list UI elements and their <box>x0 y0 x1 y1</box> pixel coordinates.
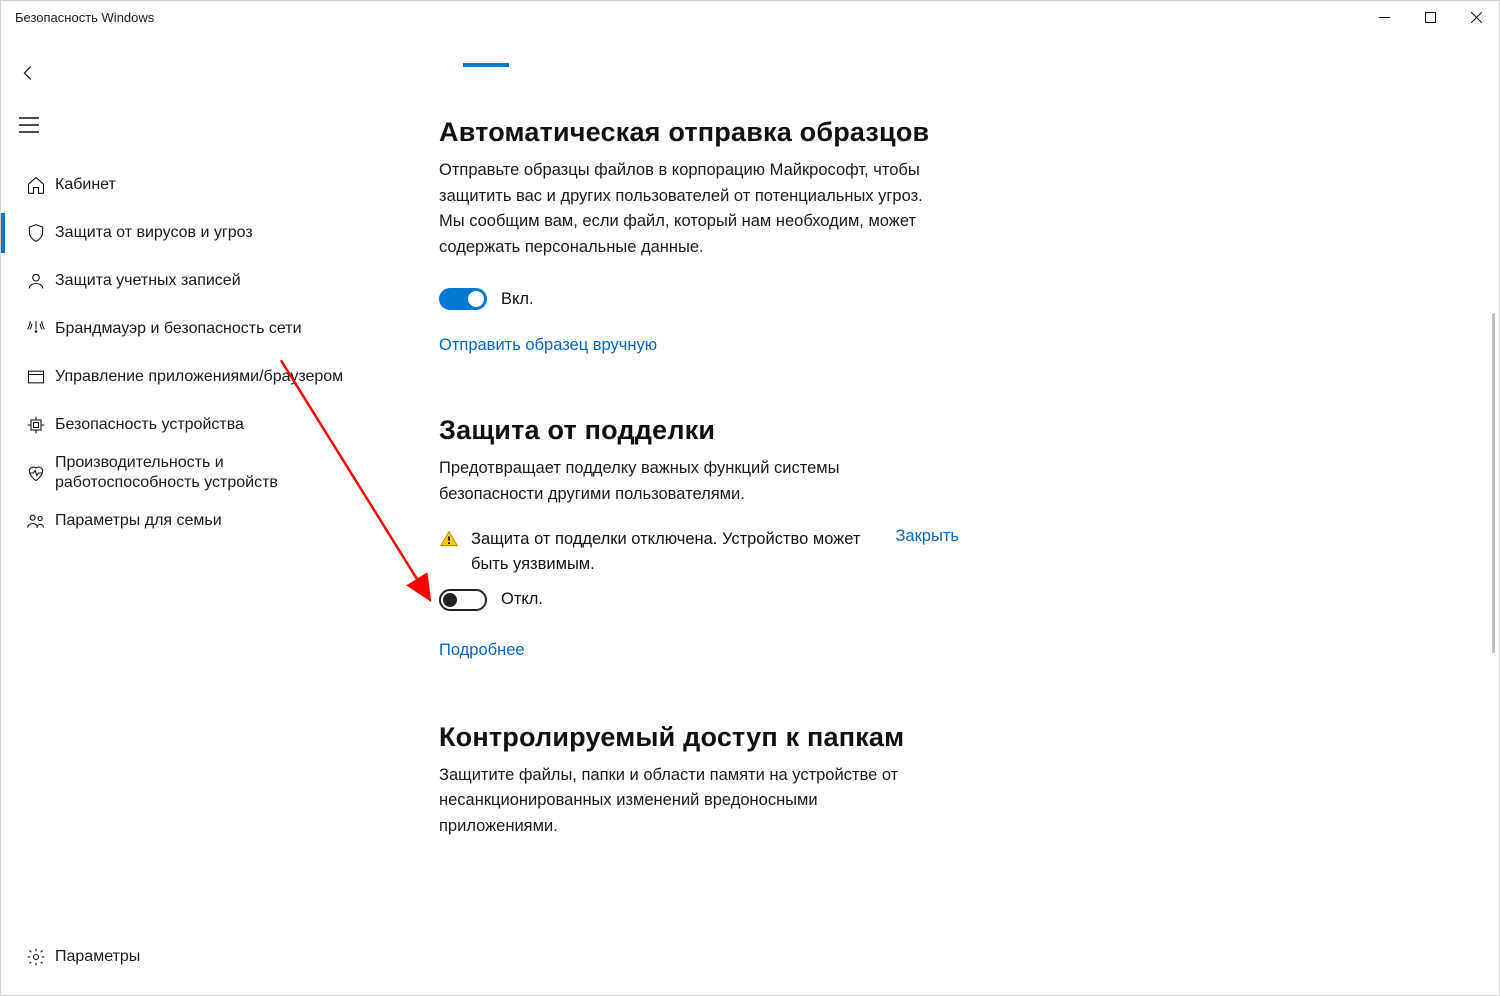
warning-row: Защита от подделки отключена. Устройство… <box>439 527 959 577</box>
sidebar-item-label: Защита учетных записей <box>55 271 241 291</box>
sidebar-item-label: Кабинет <box>55 175 116 195</box>
person-icon <box>17 271 55 291</box>
content-area: Автоматическая отправка образцов Отправь… <box>421 33 1499 995</box>
submit-sample-link[interactable]: Отправить образец вручную <box>439 336 657 355</box>
sidebar-footer: Параметры <box>1 933 421 995</box>
home-icon <box>17 175 55 195</box>
section-heading: Контролируемый доступ к папкам <box>439 722 1459 753</box>
sidebar-item-label: Защита от вирусов и угроз <box>55 223 253 243</box>
titlebar: Безопасность Windows <box>1 1 1499 33</box>
sidebar-item-label: Управление приложениями/браузером <box>55 367 343 387</box>
section-indicator <box>463 63 509 67</box>
tamper-protection-toggle[interactable] <box>439 589 487 611</box>
hamburger-button[interactable] <box>3 103 55 147</box>
toggle-row: Откл. <box>439 589 1459 611</box>
sidebar-item-home[interactable]: Кабинет <box>1 161 421 209</box>
section-description: Предотвращает подделку важных функций си… <box>439 456 939 507</box>
warning-text: Защита от подделки отключена. Устройство… <box>471 527 875 577</box>
body: Кабинет Защита от вирусов и угроз Защита… <box>1 33 1499 995</box>
sidebar-item-label: Производительность и работоспособность у… <box>55 453 365 493</box>
minimize-button[interactable] <box>1361 1 1407 33</box>
nav-list: Кабинет Защита от вирусов и угроз Защита… <box>1 161 421 545</box>
section-description: Защитите файлы, папки и области памяти н… <box>439 763 939 840</box>
back-button[interactable] <box>3 51 55 95</box>
chip-icon <box>17 415 55 435</box>
family-icon <box>17 511 55 531</box>
window-controls <box>1361 1 1499 33</box>
toggle-state-label: Вкл. <box>501 290 534 309</box>
scrollbar-thumb[interactable] <box>1492 313 1495 653</box>
gear-icon <box>17 947 55 967</box>
shield-icon <box>17 223 55 243</box>
app-icon <box>17 367 55 387</box>
sidebar-item-app-browser[interactable]: Управление приложениями/браузером <box>1 353 421 401</box>
sidebar: Кабинет Защита от вирусов и угроз Защита… <box>1 33 421 995</box>
warning-icon <box>439 529 459 549</box>
sidebar-item-account-protection[interactable]: Защита учетных записей <box>1 257 421 305</box>
section-heading: Автоматическая отправка образцов <box>439 117 1459 148</box>
toggle-state-label: Откл. <box>501 590 543 609</box>
content-inner: Автоматическая отправка образцов Отправь… <box>439 33 1459 995</box>
sidebar-item-label: Параметры для семьи <box>55 511 222 531</box>
sidebar-item-virus-protection[interactable]: Защита от вирусов и угроз <box>1 209 421 257</box>
close-button[interactable] <box>1453 1 1499 33</box>
learn-more-link[interactable]: Подробнее <box>439 641 525 660</box>
content-scroll[interactable]: Автоматическая отправка образцов Отправь… <box>421 33 1499 995</box>
sidebar-item-label: Брандмауэр и безопасность сети <box>55 319 302 339</box>
section-auto-sample: Автоматическая отправка образцов Отправь… <box>439 117 1459 355</box>
sidebar-item-firewall[interactable]: Брандмауэр и безопасность сети <box>1 305 421 353</box>
sidebar-item-family[interactable]: Параметры для семьи <box>1 497 421 545</box>
warning-dismiss-link[interactable]: Закрыть <box>895 527 959 546</box>
sidebar-item-device-security[interactable]: Безопасность устройства <box>1 401 421 449</box>
section-description: Отправьте образцы файлов в корпорацию Ма… <box>439 158 939 260</box>
sidebar-item-settings[interactable]: Параметры <box>1 933 421 981</box>
auto-sample-toggle[interactable] <box>439 288 487 310</box>
window-root: Безопасность Windows <box>0 0 1500 996</box>
heart-icon <box>17 463 55 483</box>
section-tamper-protection: Защита от подделки Предотвращает подделк… <box>439 415 1459 660</box>
sidebar-item-label: Безопасность устройства <box>55 415 244 435</box>
sidebar-item-label: Параметры <box>55 947 140 967</box>
window-title: Безопасность Windows <box>15 10 154 25</box>
section-heading: Защита от подделки <box>439 415 1459 446</box>
toggle-row: Вкл. <box>439 288 1459 310</box>
network-icon <box>17 319 55 339</box>
maximize-button[interactable] <box>1407 1 1453 33</box>
sidebar-item-performance[interactable]: Производительность и работоспособность у… <box>1 449 421 497</box>
section-controlled-folder: Контролируемый доступ к папкам Защитите … <box>439 722 1459 840</box>
